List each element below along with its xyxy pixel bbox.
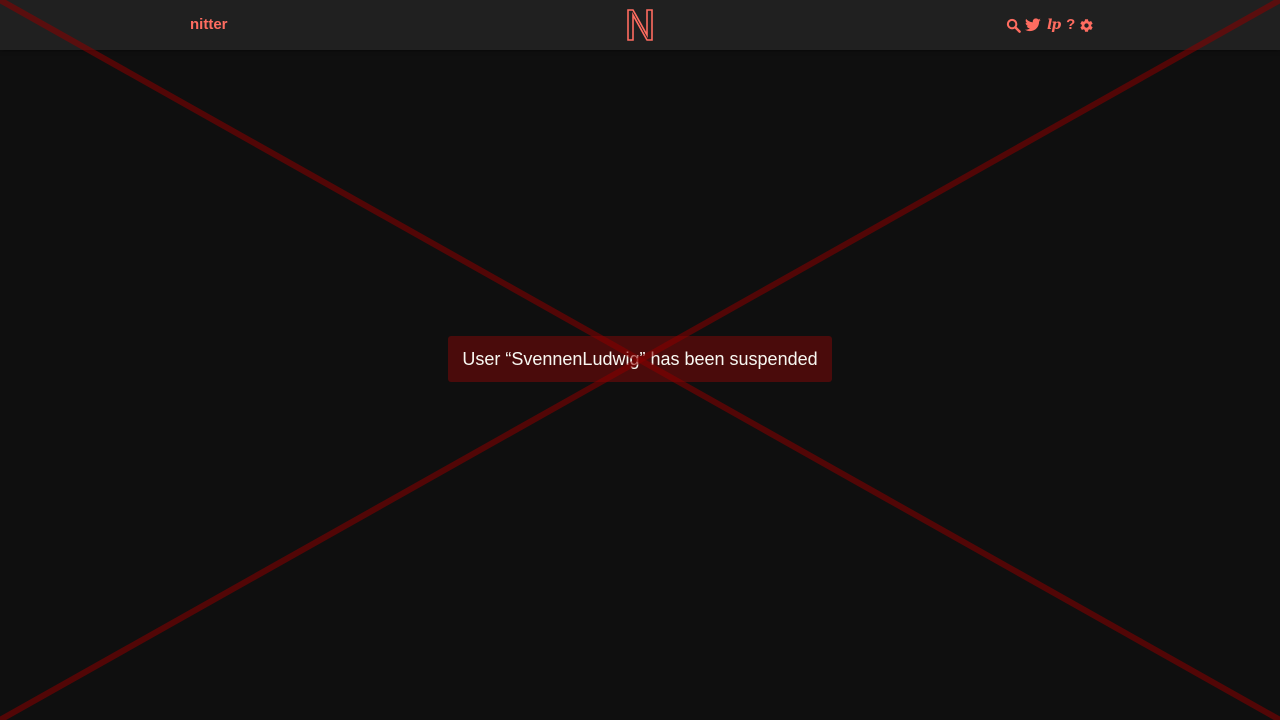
brand-link[interactable]: nitter <box>190 0 228 50</box>
error-message: User “SvennenLudwig” has been suspended <box>462 348 818 369</box>
nitter-logo-icon[interactable] <box>625 8 655 42</box>
error-panel: User “SvennenLudwig” has been suspended <box>448 336 832 382</box>
nav-icons: lp ? <box>1006 0 1094 50</box>
gear-icon[interactable] <box>1079 16 1094 34</box>
about-question-icon[interactable]: ? <box>1066 16 1075 34</box>
twitter-bird-icon[interactable] <box>1025 16 1041 34</box>
instance-lp-icon[interactable]: lp <box>1045 16 1062 34</box>
navbar: nitter lp ? <box>0 0 1280 50</box>
search-icon[interactable] <box>1006 16 1021 34</box>
